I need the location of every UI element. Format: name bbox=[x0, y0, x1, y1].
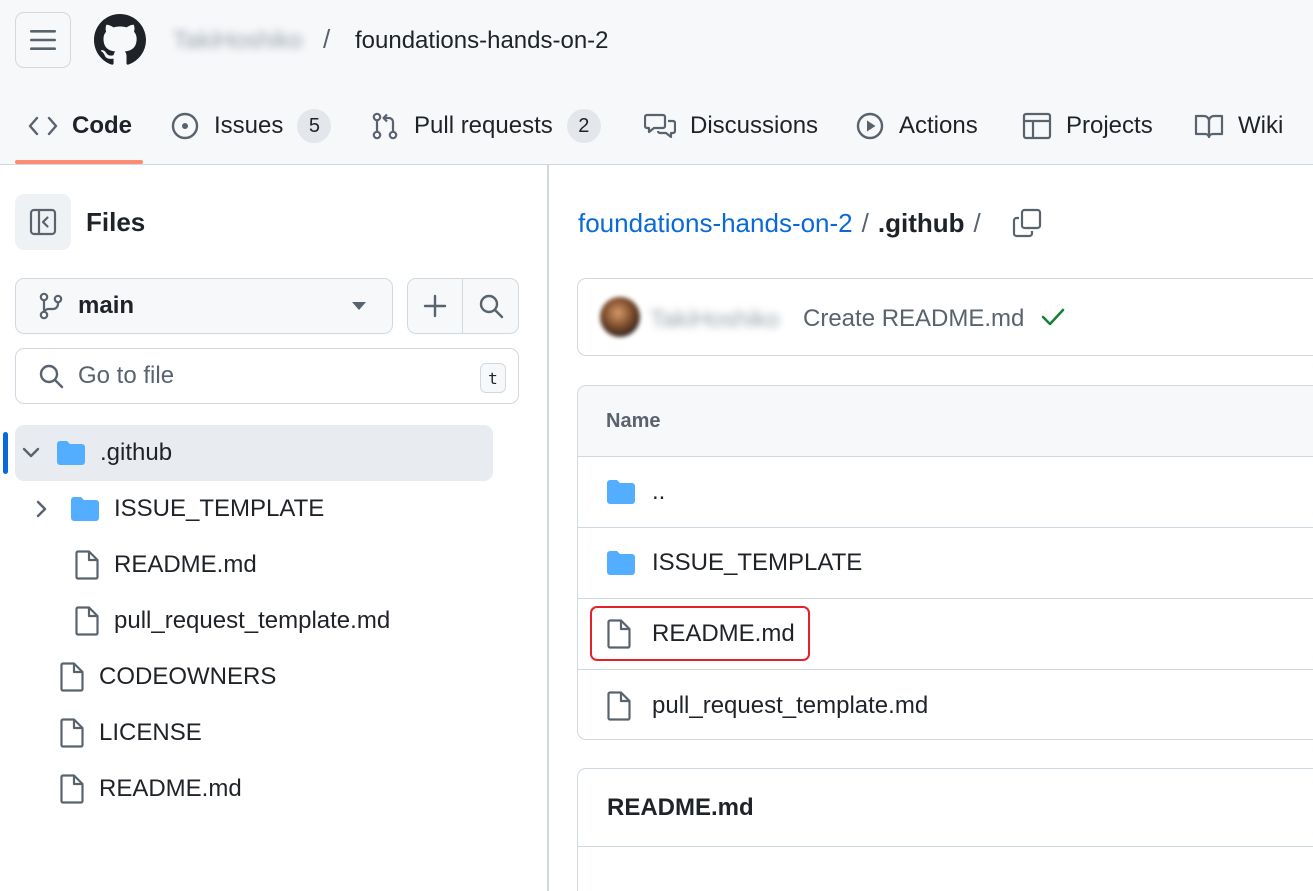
readme-panel bbox=[577, 768, 1313, 891]
sidebar-divider[interactable] bbox=[547, 165, 549, 891]
triangle-down-icon bbox=[352, 301, 366, 311]
tree-item-github-readme[interactable]: README.md bbox=[74, 537, 257, 593]
tab-discussions-label: Discussions bbox=[690, 112, 819, 139]
issues-count-badge: 5 bbox=[297, 109, 332, 143]
file-icon bbox=[74, 606, 100, 636]
breadcrumb-separator: / bbox=[861, 208, 869, 238]
search-code-button[interactable] bbox=[463, 279, 518, 333]
file-icon bbox=[606, 690, 638, 721]
check-icon[interactable] bbox=[1040, 306, 1066, 328]
file-icon bbox=[59, 774, 85, 804]
tab-projects-label: Projects bbox=[1066, 112, 1153, 139]
file-table-header: Name bbox=[578, 386, 1313, 457]
folder-icon bbox=[70, 496, 100, 522]
folder-icon bbox=[606, 479, 638, 505]
search-icon bbox=[38, 363, 64, 389]
tree-item-label: .github bbox=[100, 439, 173, 466]
tree-item-label: README.md bbox=[99, 775, 242, 802]
play-icon bbox=[855, 111, 885, 141]
tab-actions[interactable]: Actions bbox=[855, 104, 978, 148]
folder-icon bbox=[606, 550, 638, 576]
tab-issues-label: Issues bbox=[214, 112, 284, 139]
readme-divider bbox=[578, 846, 1313, 847]
tree-item-github-folder[interactable]: .github bbox=[22, 425, 172, 481]
hamburger-icon bbox=[30, 29, 56, 51]
tab-pull-requests[interactable]: Pull requests 2 bbox=[370, 104, 601, 148]
tree-item-label: LICENSE bbox=[99, 719, 202, 746]
add-file-button[interactable] bbox=[408, 279, 464, 333]
branch-selector[interactable]: main bbox=[15, 278, 393, 334]
chevron-right-icon bbox=[36, 500, 50, 518]
breadcrumb-current: .github bbox=[877, 208, 965, 238]
tree-item-selected-indicator bbox=[3, 432, 8, 474]
tab-pull-requests-label: Pull requests bbox=[414, 112, 553, 139]
breadcrumb-repo-link[interactable]: foundations-hands-on-2 bbox=[578, 206, 853, 240]
code-icon bbox=[28, 114, 58, 138]
menu-button[interactable] bbox=[15, 12, 71, 68]
table-row-issue-template[interactable]: ISSUE_TEMPLATE bbox=[578, 528, 1313, 599]
table-row-name: ISSUE_TEMPLATE bbox=[652, 549, 863, 576]
plus-icon bbox=[423, 294, 447, 318]
table-row-name: pull_request_template.md bbox=[652, 691, 929, 719]
table-row-pull-request-template[interactable]: pull_request_template.md bbox=[578, 670, 1313, 739]
branch-name: main bbox=[78, 292, 135, 319]
search-icon bbox=[478, 293, 504, 319]
breadcrumb: foundations-hands-on-2 / .github / bbox=[578, 206, 1042, 240]
go-to-file-placeholder: Go to file bbox=[78, 362, 175, 389]
git-pull-request-icon bbox=[370, 111, 400, 141]
sidebar-collapse-icon bbox=[29, 208, 57, 236]
keyboard-shortcut-hint: t bbox=[480, 363, 506, 393]
table-row-parent[interactable]: .. bbox=[578, 457, 1313, 528]
copy-icon bbox=[1012, 208, 1042, 238]
file-table: Name .. ISSUE_TEMPLATE README.md pull_re… bbox=[577, 385, 1313, 740]
header-separator: / bbox=[323, 24, 331, 54]
name-column-header: Name bbox=[606, 410, 661, 432]
tree-item-root-readme[interactable]: README.md bbox=[59, 761, 242, 817]
files-panel-title: Files bbox=[86, 207, 146, 237]
file-icon bbox=[74, 550, 100, 580]
go-to-file-input[interactable]: Go to file t bbox=[15, 348, 519, 404]
pull-requests-count-badge: 2 bbox=[566, 109, 601, 143]
chevron-down-icon bbox=[22, 447, 40, 459]
tree-item-codeowners[interactable]: CODEOWNERS bbox=[59, 649, 276, 705]
avatar[interactable] bbox=[600, 297, 640, 337]
active-tab-underline bbox=[15, 160, 143, 164]
issue-opened-icon bbox=[170, 111, 200, 141]
tab-code[interactable]: Code bbox=[28, 104, 132, 148]
tab-issues[interactable]: Issues 5 bbox=[170, 104, 332, 148]
folder-open-icon bbox=[56, 440, 86, 466]
tree-item-label: ISSUE_TEMPLATE bbox=[114, 495, 325, 522]
book-icon bbox=[1194, 111, 1224, 141]
comment-discussion-icon bbox=[644, 111, 676, 141]
git-branch-icon bbox=[38, 292, 64, 320]
highlight-annotation-box bbox=[590, 606, 810, 661]
tree-item-label: README.md bbox=[114, 551, 257, 578]
tab-wiki-label: Wiki bbox=[1238, 112, 1284, 139]
table-row-name: .. bbox=[652, 478, 666, 505]
tab-wiki[interactable]: Wiki bbox=[1194, 104, 1283, 148]
repo-owner-link[interactable]: TakiHoshiko bbox=[173, 27, 302, 55]
github-logo-icon[interactable] bbox=[94, 14, 146, 66]
tab-projects[interactable]: Projects bbox=[1022, 104, 1153, 148]
tree-item-label: pull_request_template.md bbox=[114, 607, 391, 634]
copy-path-button[interactable] bbox=[1012, 208, 1042, 238]
tree-item-label: CODEOWNERS bbox=[99, 663, 277, 690]
repo-name-link[interactable]: foundations-hands-on-2 bbox=[355, 26, 609, 56]
commit-message-link[interactable]: Create README.md bbox=[803, 304, 1024, 334]
file-actions-group bbox=[407, 278, 519, 334]
readme-title[interactable]: README.md bbox=[607, 793, 754, 823]
tab-actions-label: Actions bbox=[899, 112, 978, 139]
tree-item-issue-template-folder[interactable]: ISSUE_TEMPLATE bbox=[36, 481, 324, 537]
tab-code-label: Code bbox=[72, 112, 132, 139]
tree-item-license[interactable]: LICENSE bbox=[59, 705, 202, 761]
file-icon bbox=[59, 662, 85, 692]
collapse-sidebar-button[interactable] bbox=[15, 194, 71, 250]
file-icon bbox=[59, 718, 85, 748]
commit-author[interactable]: TakiHoshiko bbox=[650, 306, 779, 334]
tree-item-pull-request-template[interactable]: pull_request_template.md bbox=[74, 593, 390, 649]
table-icon bbox=[1022, 111, 1052, 141]
breadcrumb-separator: / bbox=[973, 208, 981, 238]
tab-discussions[interactable]: Discussions bbox=[644, 104, 818, 148]
